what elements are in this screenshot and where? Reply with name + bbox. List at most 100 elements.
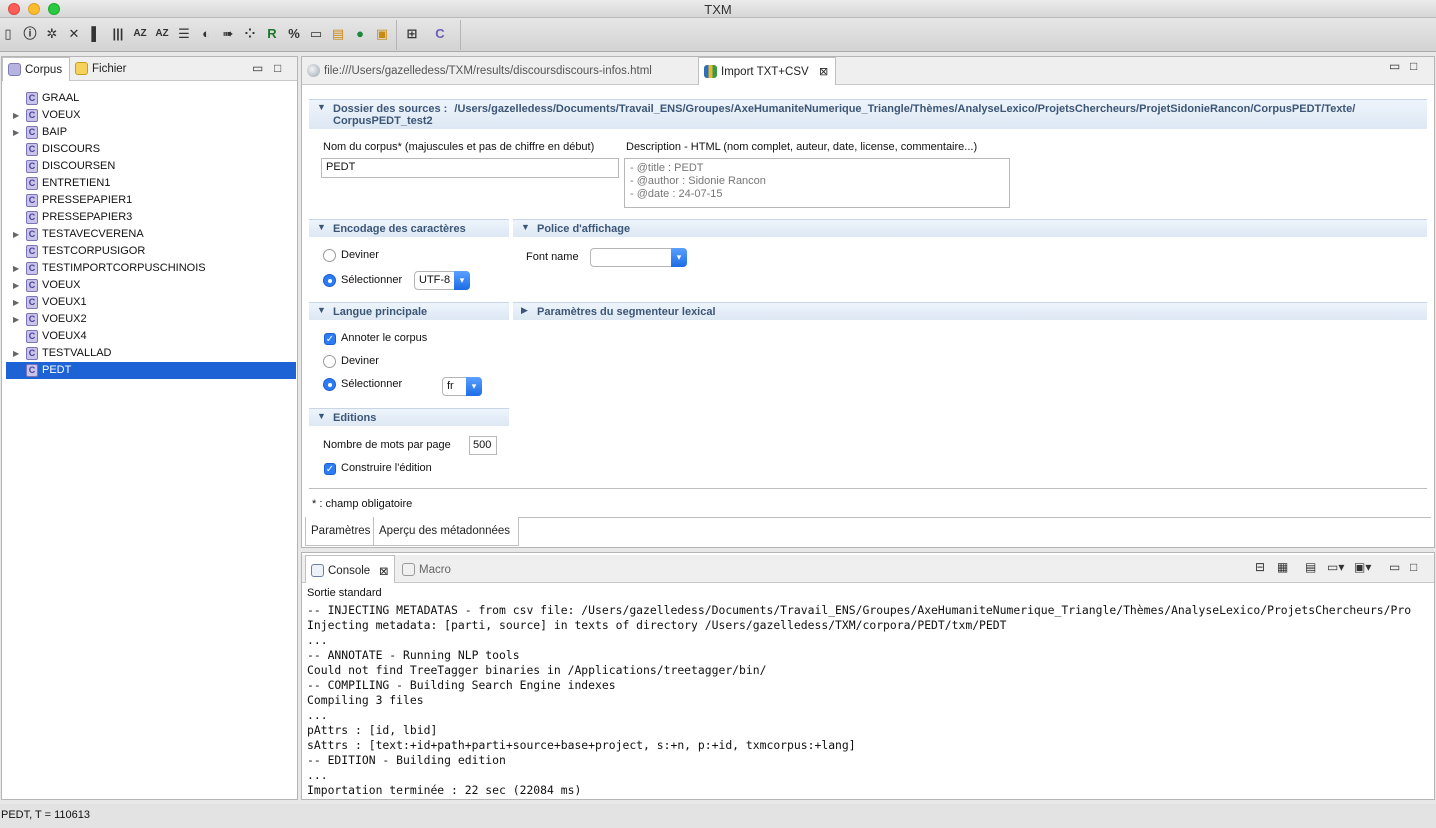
build-edition-label: Construire l'édition	[341, 462, 432, 474]
console-line: Importation terminée : 22 sec (22084 ms)	[307, 783, 582, 797]
tree-item[interactable]: C PRESSEPAPIER3	[6, 209, 296, 226]
refresh-icon[interactable]: R	[264, 26, 280, 42]
console-line: ...	[307, 708, 328, 722]
expand-arrow-icon[interactable]: ▶	[13, 226, 19, 243]
expand-arrow-icon[interactable]: ▶	[13, 107, 19, 124]
go-icon[interactable]: ●	[352, 26, 368, 42]
tree-item[interactable]: ▶ C BAIP	[6, 124, 296, 141]
expand-arrow-icon[interactable]: ▶	[13, 260, 19, 277]
minimize-icon[interactable]: ▭	[1389, 560, 1400, 574]
console-line: pAttrs : [id, lbid]	[307, 723, 438, 737]
minimize-icon[interactable]: ▭	[1389, 59, 1400, 73]
perspective-icon[interactable]: ⊞	[404, 26, 420, 42]
az-icon[interactable]: AZ	[132, 26, 148, 42]
link-icon[interactable]: %	[286, 26, 302, 42]
build-edition-checkbox[interactable]: ✓	[324, 463, 336, 475]
tab-parametres-label: Paramètres	[311, 525, 371, 537]
console-output[interactable]: -- INJECTING METADATAS - from csv file: …	[307, 603, 1434, 798]
az-sort-icon[interactable]: AZ	[154, 26, 170, 42]
tree-item[interactable]: C ENTRETIEN1	[6, 175, 296, 192]
list-icon[interactable]: ☰	[176, 26, 192, 42]
tree-item[interactable]: ▶ C TESTVALLAD	[6, 345, 296, 362]
corpus-perspective-icon[interactable]: C	[432, 26, 448, 42]
import-icon[interactable]: ▣	[374, 26, 390, 42]
arrow-icon[interactable]: ➠	[220, 26, 236, 42]
tree-item[interactable]: ▶ C TESTIMPORTCORPUSCHINOIS	[6, 260, 296, 277]
tree-item-label: TESTIMPORTCORPUSCHINOIS	[42, 262, 206, 274]
tree-item[interactable]: C DISCOURS	[6, 141, 296, 158]
tree-item[interactable]: C PRESSEPAPIER1	[6, 192, 296, 209]
tree-item-label: DISCOURS	[42, 143, 101, 155]
tree-item[interactable]: C TESTCORPUSIGOR	[6, 243, 296, 260]
tab-import[interactable]: Import TXT+CSV ⊠	[698, 57, 836, 85]
scatter-icon[interactable]: ⁘	[242, 26, 258, 42]
annotate-checkbox[interactable]: ✓	[324, 333, 336, 345]
maximize-icon[interactable]: □	[1410, 560, 1417, 574]
expand-arrow-icon[interactable]: ▶	[13, 311, 19, 328]
open-console-icon[interactable]: ▣▾	[1354, 560, 1371, 574]
words-per-page-input[interactable]: 500	[469, 436, 497, 455]
close-tab-icon[interactable]: ⊠	[819, 65, 828, 78]
tab-corpus[interactable]: Corpus	[2, 57, 70, 81]
collapse-arrow-icon: ▼	[317, 222, 326, 232]
encoding-select-radio[interactable]	[323, 274, 336, 287]
scroll-lock-icon[interactable]: ▦	[1277, 560, 1288, 574]
moon-icon[interactable]: ◐	[198, 26, 214, 42]
export-icon[interactable]: ▤	[330, 26, 346, 42]
tree-item[interactable]: C DISCOURSEN	[6, 158, 296, 175]
corpus-name-input[interactable]: PEDT	[321, 158, 619, 178]
encoding-guess-radio[interactable]	[323, 249, 336, 262]
font-name-dropdown[interactable]: ▾	[590, 248, 687, 267]
toolbar-separator	[460, 20, 461, 50]
new-file-icon[interactable]: ▭	[308, 26, 324, 42]
tree-item[interactable]: ▶ C TESTAVECVERENA	[6, 226, 296, 243]
tree-item[interactable]: C GRAAL	[6, 90, 296, 107]
tree-item[interactable]: ▶ C VOEUX1	[6, 294, 296, 311]
tab-fichier[interactable]: Fichier	[70, 57, 140, 81]
segmenter-section[interactable]: ▶ Paramètres du segmenteur lexical	[513, 302, 1427, 320]
tab-html-result[interactable]: file:///Users/gazelledess/TXM/results/di…	[302, 59, 692, 85]
minimize-icon[interactable]: ▭	[252, 61, 263, 75]
tab-console[interactable]: Console ⊠	[305, 555, 395, 583]
tab-apercu[interactable]: Aperçu des métadonnées	[374, 517, 519, 546]
maximize-icon[interactable]: □	[274, 61, 281, 75]
gear-icon[interactable]: ✲	[44, 26, 60, 42]
close-tab-icon[interactable]: ⊠	[379, 564, 389, 578]
expand-arrow-icon[interactable]: ▶	[13, 345, 19, 362]
language-section[interactable]: ▼ Langue principale	[309, 302, 509, 320]
language-select-radio[interactable]	[323, 378, 336, 391]
columns-icon[interactable]: ▌	[88, 26, 104, 42]
expand-arrow-icon[interactable]: ▶	[13, 124, 19, 141]
bars-icon[interactable]: |||	[110, 26, 126, 42]
tab-parametres[interactable]: Paramètres	[305, 517, 374, 546]
font-section[interactable]: ▼ Police d'affichage	[513, 219, 1427, 237]
description-textarea[interactable]: - @title : PEDT - @author : Sidonie Ranc…	[624, 158, 1010, 208]
font-name-label: Font name	[526, 251, 579, 263]
language-guess-radio[interactable]	[323, 355, 336, 368]
encoding-section[interactable]: ▼ Encodage des caractères	[309, 219, 509, 237]
corpus-icon: C	[26, 364, 38, 377]
console-panel: Console ⊠ Macro ⊟ ▦ ▤ ▭▾ ▣▾ ▭ □ Sortie s…	[301, 552, 1435, 800]
tree-item[interactable]: C PEDT	[6, 362, 296, 379]
editions-section[interactable]: ▼ Editions	[309, 408, 509, 426]
display-console-icon[interactable]: ▭▾	[1327, 560, 1344, 574]
collapse-arrow-icon: ▼	[521, 222, 530, 232]
encoding-dropdown[interactable]: UTF-8 ▾	[414, 271, 470, 290]
books-icon	[704, 65, 717, 78]
sources-section[interactable]: ▼ Dossier des sources : /Users/gazellede…	[309, 99, 1427, 129]
delete-icon[interactable]: ✕	[66, 26, 82, 42]
expand-arrow-icon[interactable]: ▶	[13, 277, 19, 294]
tree-item[interactable]: ▶ C VOEUX2	[6, 311, 296, 328]
tree-item[interactable]: ▶ C VOEUX	[6, 277, 296, 294]
clear-console-icon[interactable]: ⊟	[1255, 560, 1265, 574]
expand-arrow-icon[interactable]: ▶	[13, 294, 19, 311]
book-icon[interactable]: ▯	[0, 26, 16, 42]
tree-item[interactable]: C VOEUX4	[6, 328, 296, 345]
maximize-icon[interactable]: □	[1410, 59, 1417, 73]
corpus-icon: C	[26, 262, 38, 275]
tab-macro[interactable]: Macro	[397, 555, 467, 583]
pin-console-icon[interactable]: ▤	[1305, 560, 1316, 574]
language-dropdown[interactable]: fr ▾	[442, 377, 482, 396]
tree-item[interactable]: ▶ C VOEUX	[6, 107, 296, 124]
info-icon[interactable]: ⓘ	[22, 26, 38, 42]
